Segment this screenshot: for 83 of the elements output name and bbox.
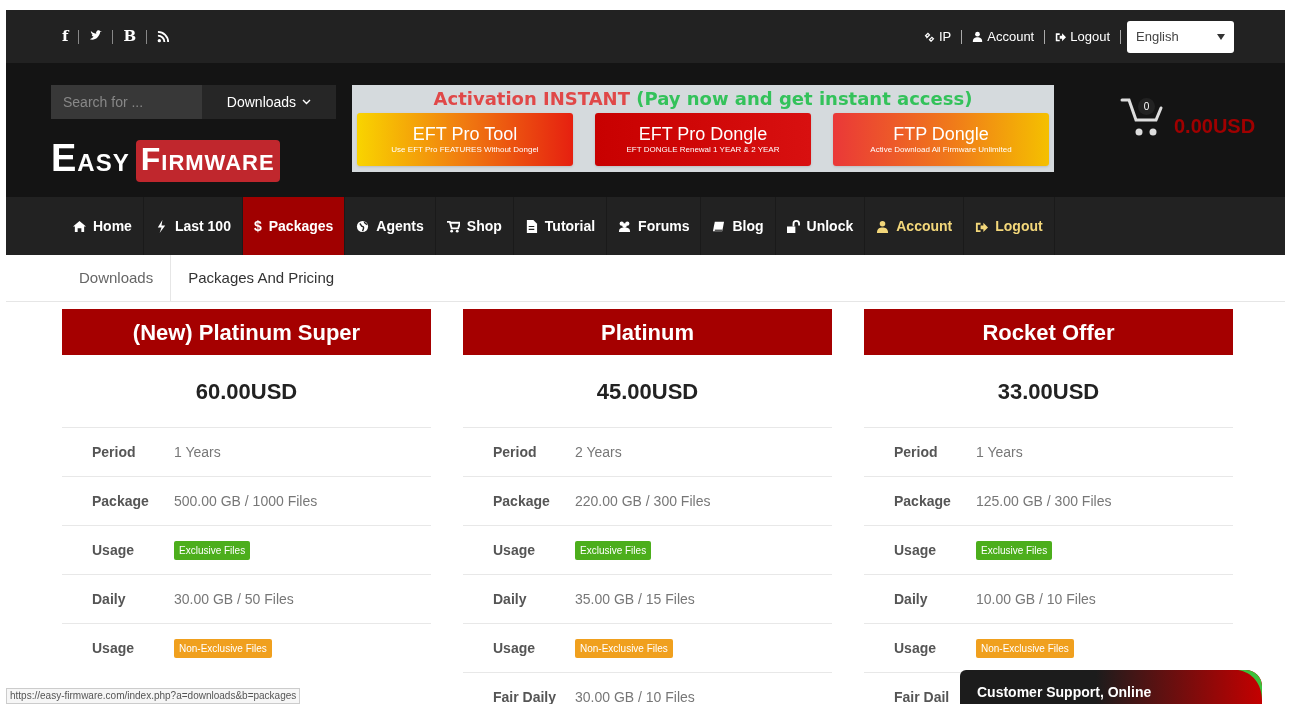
package-title: (New) Platinum Super [62,309,431,355]
chevron-icon [302,99,312,105]
package-value: 1 Years [976,442,1023,462]
package-label: Fair Dail [893,687,951,704]
logo-text: EASY [51,139,130,181]
package-label: Daily [492,589,528,609]
package-label: Package [91,491,150,511]
support-widget[interactable]: Customer Support, Online [960,670,1262,704]
top-link[interactable]: IP [923,26,952,47]
package-price: 60.00USD [194,377,299,406]
social-link[interactable]: B [123,25,137,48]
package-value: 2 Years [575,442,622,462]
package-label: Daily [91,589,127,609]
link-icon [923,31,935,42]
scope-dropdown[interactable]: Downloads [202,85,336,119]
social-link[interactable]: f [62,25,69,48]
nav-item[interactable]: Agents [345,197,436,255]
package-value: 125.00 GB / 300 Files [976,491,1112,511]
book-icon [712,219,726,233]
top-link[interactable]: Logout [1055,26,1110,47]
file-type-badge: Non-Exclusive Files [174,638,272,658]
nav-item[interactable]: Last 100 [143,197,243,255]
logo-text: FIRMWARE [135,139,280,182]
nav-item[interactable]: Account [865,197,965,255]
nav-item[interactable]: Forums [607,197,702,255]
file-type-badge: Non-Exclusive Files [575,638,673,658]
language-select[interactable]: English [1127,20,1234,53]
caret-icon [1217,33,1225,40]
package-label: Usage [91,540,136,560]
nav-item[interactable]: Logout [964,197,1055,255]
file-type-badge: Exclusive Files [174,540,251,560]
promo-button[interactable]: EFT Pro Dongle EFT DONGLE Renewal 1 YEAR & 2 YEAR [595,113,811,166]
package-value: 30.00 GB / 50 Files [174,589,294,609]
top-link[interactable]: Account [972,26,1035,47]
nav-item[interactable]: Unlock [775,197,866,255]
package-label: Usage [893,540,938,560]
cart-total: 0.00USD [1174,114,1256,139]
package-value: 35.00 GB / 15 Files [575,589,695,609]
nav-item[interactable]: Shop [435,197,514,255]
file-type-badge: Exclusive Files [976,540,1053,560]
package-price: 45.00USD [595,377,700,406]
user-icon [876,219,890,233]
banner-headline: Activation INSTANT (Pay now and get instant access) [433,88,973,110]
package-label: Period [91,442,137,462]
package-label: Period [492,442,538,462]
exit-icon [1055,31,1067,42]
file-type-badge: Exclusive Files [575,540,652,560]
package-label: Usage [893,638,938,658]
package-label: Fair Daily [492,687,558,704]
users-icon [618,219,632,233]
package-value: 1 Years [174,442,221,462]
cart-count: 0 [1138,98,1155,115]
package-value: 500.00 GB / 1000 Files [174,491,318,511]
package-label: Package [893,491,952,511]
breadcrumb-tab[interactable]: Packages And Pricing [171,255,352,301]
package-title: Rocket Offer [864,309,1233,355]
unlock-icon [786,219,800,233]
package-value: 30.00 GB / 10 Files [575,687,695,704]
package-price: 33.00USD [996,377,1101,406]
globe-icon [356,219,370,233]
package-title: Platinum [463,309,832,355]
nav-item[interactable]: Home [62,197,144,255]
dollar-sign: $ [253,216,262,236]
rss-icon[interactable] [157,30,171,43]
package-value: 10.00 GB / 10 Files [976,589,1096,609]
package-label: Usage [492,638,537,658]
user-icon [972,31,984,42]
package-label: Daily [893,589,929,609]
nav-item[interactable]: $ Packages [242,197,346,255]
package-label: Package [492,491,551,511]
document-icon [524,219,538,233]
bird-icon[interactable] [89,30,103,43]
cart-icon [446,219,460,233]
package-label: Period [893,442,939,462]
package-label: Usage [91,638,136,658]
package-value: 220.00 GB / 300 Files [575,491,711,511]
nav-item[interactable]: Blog [701,197,776,255]
breadcrumb-tab[interactable]: Downloads [62,255,172,301]
nav-item[interactable]: Tutorial [513,197,608,255]
package-label: Usage [492,540,537,560]
status-url: https://easy-firmware.com/index.php?a=downloads&b=packages [6,688,301,704]
file-type-badge: Non-Exclusive Files [976,638,1074,658]
home-icon [73,219,86,233]
